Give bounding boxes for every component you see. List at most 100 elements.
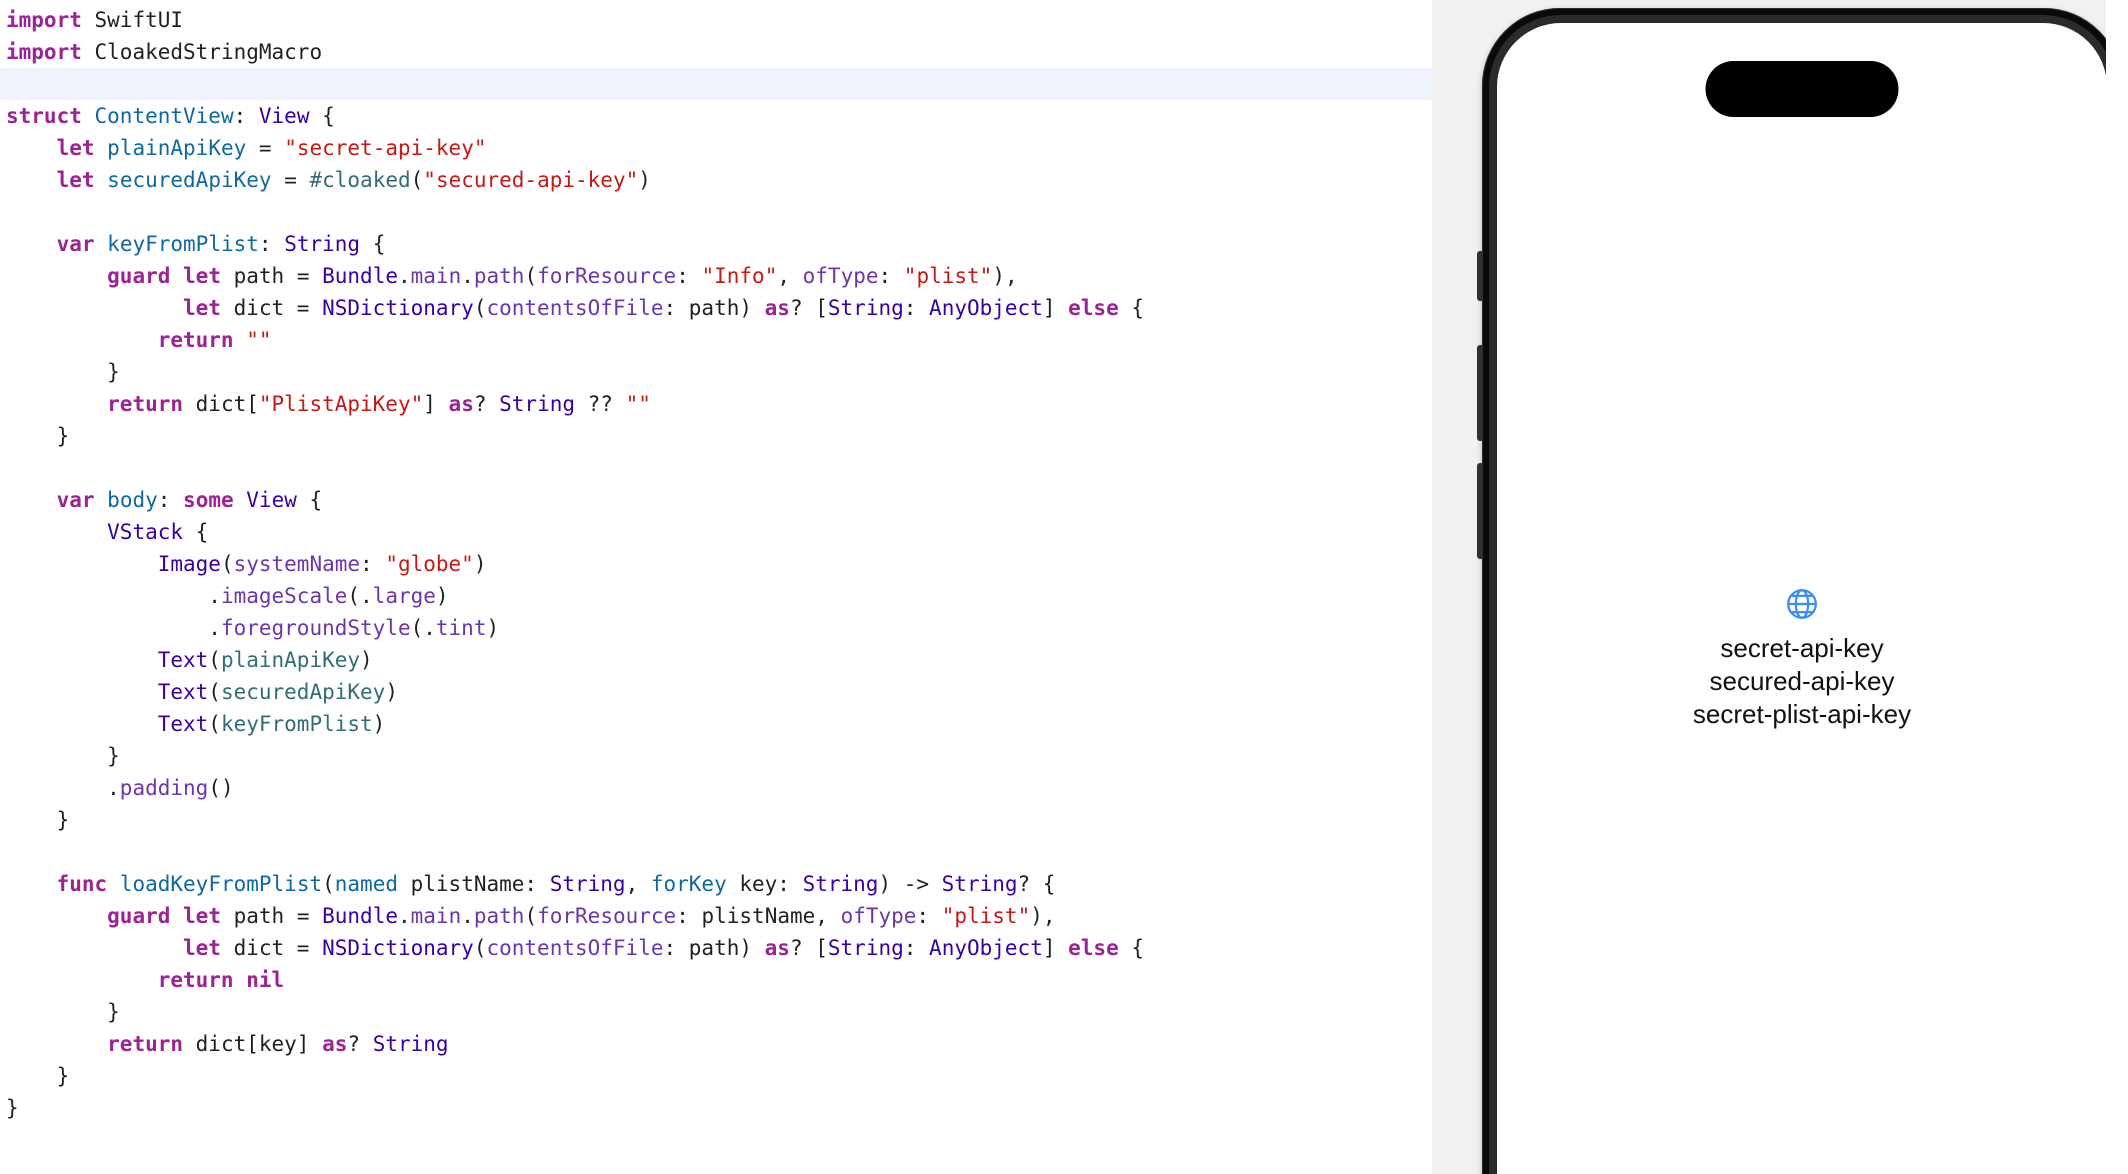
code-line[interactable]: VStack { xyxy=(0,516,1432,548)
code-token: VStack xyxy=(107,520,184,544)
code-line[interactable]: } xyxy=(0,804,1432,836)
code-token: . xyxy=(397,264,411,288)
code-token: ) xyxy=(435,584,449,608)
code-token: let xyxy=(183,296,221,320)
code-token: ?? xyxy=(575,392,626,416)
code-line[interactable]: } xyxy=(0,1060,1432,1092)
code-token: return xyxy=(157,328,234,352)
code-line[interactable]: Text(securedApiKey) xyxy=(0,676,1432,708)
code-token: : xyxy=(903,296,930,320)
code-token: main xyxy=(410,904,462,928)
code-token: , xyxy=(777,264,803,288)
iphone-volume-up-button[interactable] xyxy=(1477,345,1483,441)
code-line[interactable]: } xyxy=(0,740,1432,772)
code-token: ( xyxy=(208,648,221,672)
code-token: ( xyxy=(524,904,538,928)
iphone-volume-down-button[interactable] xyxy=(1477,463,1483,559)
code-line[interactable]: var body: some View { xyxy=(0,484,1432,516)
code-line[interactable]: struct ContentView: View { xyxy=(0,100,1432,132)
code-line[interactable]: } xyxy=(0,420,1432,452)
code-token: else xyxy=(1068,296,1119,320)
code-token: ( xyxy=(524,264,538,288)
code-token: ( xyxy=(220,552,234,576)
code-token: Bundle xyxy=(322,264,398,288)
code-line[interactable]: Text(plainApiKey) xyxy=(0,644,1432,676)
code-token: tint xyxy=(435,616,487,640)
code-line[interactable]: let dict = NSDictionary(contentsOfFile: … xyxy=(0,292,1432,324)
code-line[interactable]: let securedApiKey = #cloaked("secured-ap… xyxy=(0,164,1432,196)
code-token: padding xyxy=(119,776,209,800)
code-token: ? xyxy=(347,1032,373,1056)
code-line[interactable]: .padding() xyxy=(0,772,1432,804)
swiftui-app-content: secret-api-key secured-api-key secret-pl… xyxy=(1497,23,2106,1174)
code-token: String xyxy=(284,232,361,256)
code-token: ) xyxy=(473,552,487,576)
code-token: AnyObject xyxy=(929,296,1043,320)
code-token: AnyObject xyxy=(929,936,1043,960)
code-token: "Info" xyxy=(701,264,778,288)
code-line[interactable]: return nil xyxy=(0,964,1432,996)
preview-canvas-pane[interactable]: secret-api-key secured-api-key secret-pl… xyxy=(1432,0,2106,1174)
code-line[interactable]: var keyFromPlist: String { xyxy=(0,228,1432,260)
code-line[interactable]: } xyxy=(0,1092,1432,1124)
code-line[interactable]: Image(systemName: "globe") xyxy=(0,548,1432,580)
code-line[interactable]: import SwiftUI xyxy=(0,4,1432,36)
code-token: "PlistApiKey" xyxy=(258,392,424,416)
iphone-screen[interactable]: secret-api-key secured-api-key secret-pl… xyxy=(1497,23,2106,1174)
code-token: (. xyxy=(410,616,436,640)
code-line[interactable] xyxy=(0,452,1432,484)
code-token: : xyxy=(676,264,702,288)
code-line[interactable]: import CloakedStringMacro xyxy=(0,36,1432,68)
app-text-plain-api-key: secret-api-key xyxy=(1720,632,1884,663)
iphone-mute-button[interactable] xyxy=(1477,251,1483,301)
code-line[interactable]: let plainApiKey = "secret-api-key" xyxy=(0,132,1432,164)
code-token: forKey xyxy=(650,872,727,896)
code-line[interactable]: guard let path = Bundle.main.path(forRes… xyxy=(0,260,1432,292)
code-line[interactable]: return dict[key] as? String xyxy=(0,1028,1432,1060)
code-token: NSDictionary xyxy=(322,296,474,320)
code-token: let xyxy=(183,936,221,960)
code-token: Image xyxy=(157,552,221,576)
code-token: ofType xyxy=(840,904,917,928)
code-line[interactable]: func loadKeyFromPlist(named plistName: S… xyxy=(0,868,1432,900)
code-token: forResource xyxy=(537,904,677,928)
code-token: } xyxy=(6,1000,120,1024)
code-line[interactable]: Text(keyFromPlist) xyxy=(0,708,1432,740)
code-token: Text xyxy=(157,680,209,704)
code-line[interactable] xyxy=(0,68,1432,100)
code-token: func xyxy=(56,872,108,896)
code-text-area[interactable]: import SwiftUI import CloakedStringMacro s… xyxy=(0,0,1432,1124)
code-token: securedApiKey xyxy=(220,680,386,704)
code-token: guard xyxy=(107,264,171,288)
code-line[interactable]: return dict["PlistApiKey"] as? String ??… xyxy=(0,388,1432,420)
code-token: ofType xyxy=(802,264,879,288)
code-editor-pane[interactable]: import SwiftUI import CloakedStringMacro s… xyxy=(0,0,1432,1174)
code-token: ) xyxy=(372,712,386,736)
code-line[interactable] xyxy=(0,836,1432,868)
code-line[interactable]: let dict = NSDictionary(contentsOfFile: … xyxy=(0,932,1432,964)
code-line[interactable]: guard let path = Bundle.main.path(forRes… xyxy=(0,900,1432,932)
code-token: contentsOfFile xyxy=(486,936,664,960)
code-line[interactable] xyxy=(0,196,1432,228)
code-line[interactable]: } xyxy=(0,996,1432,1028)
code-line[interactable]: .imageScale(.large) xyxy=(0,580,1432,612)
code-line[interactable]: .foregroundStyle(.tint) xyxy=(0,612,1432,644)
code-token: ( xyxy=(473,296,487,320)
code-token: "plist" xyxy=(941,904,1031,928)
code-token: . xyxy=(397,904,411,928)
code-line[interactable]: return "" xyxy=(0,324,1432,356)
code-token: ) xyxy=(486,616,500,640)
code-token: as xyxy=(448,392,474,416)
code-token: : xyxy=(360,552,386,576)
code-line[interactable]: } xyxy=(0,356,1432,388)
